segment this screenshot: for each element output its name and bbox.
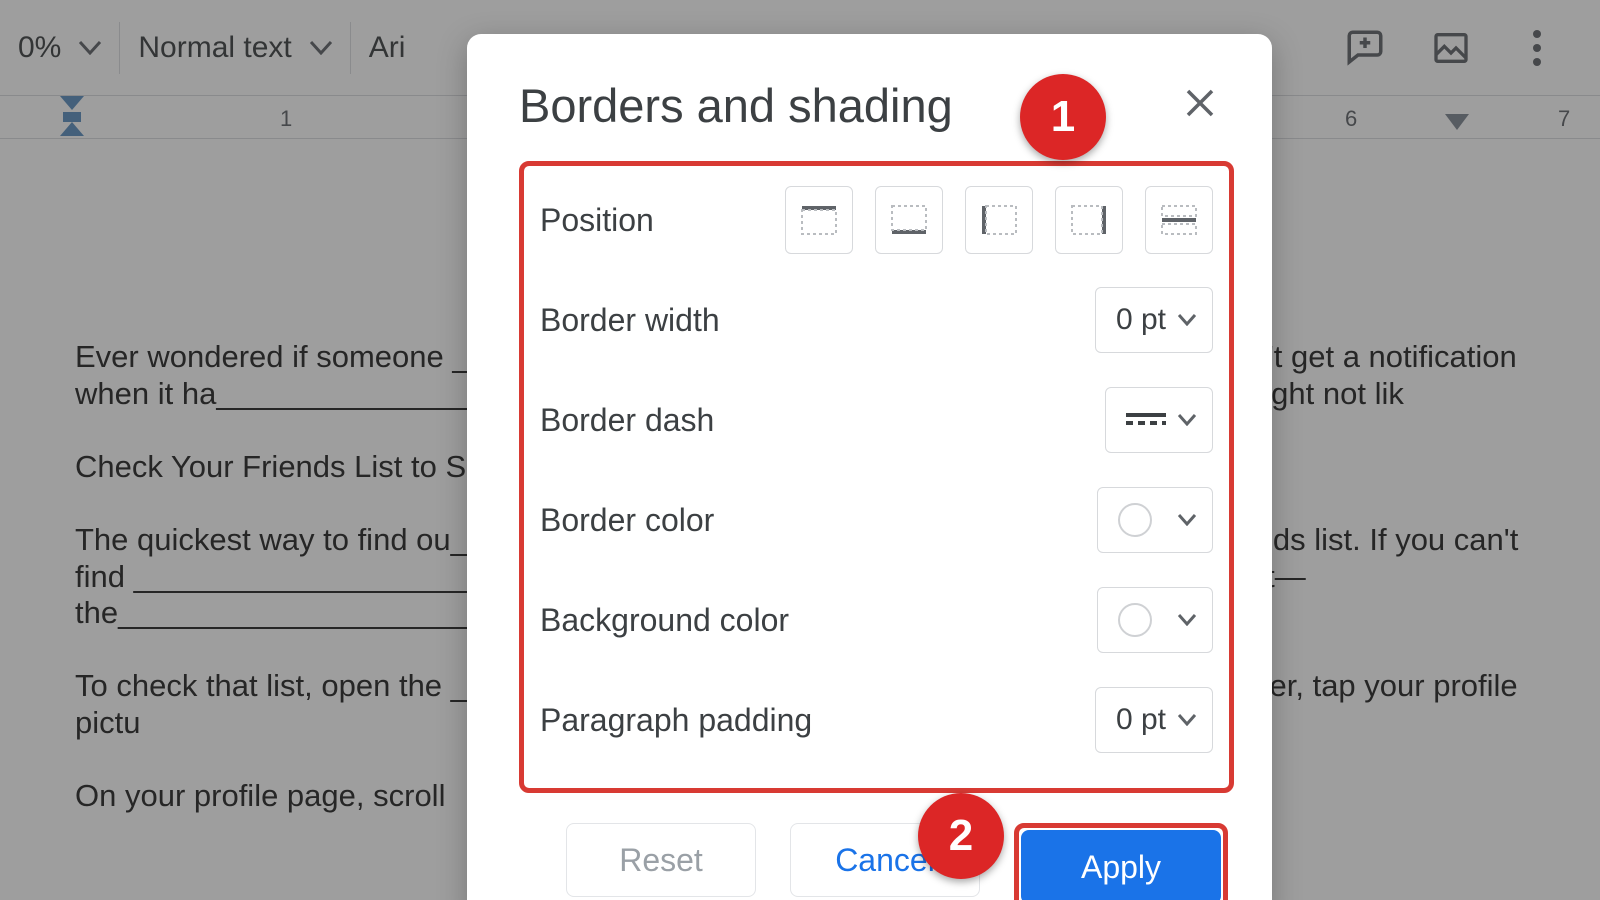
position-label: Position [540, 202, 654, 239]
background-color-dropdown[interactable] [1097, 587, 1213, 653]
position-buttons [785, 186, 1213, 254]
border-top-button[interactable] [785, 186, 853, 254]
apply-highlight: Apply [1014, 823, 1228, 900]
border-right-button[interactable] [1055, 186, 1123, 254]
border-color-label: Border color [540, 502, 714, 539]
border-between-button[interactable] [1145, 186, 1213, 254]
chevron-down-icon [1178, 514, 1196, 526]
chevron-down-icon [1178, 614, 1196, 626]
annotation-badge-2: 2 [918, 793, 1004, 879]
paragraph-padding-value: 0 pt [1116, 703, 1166, 737]
border-color-row: Border color [540, 484, 1213, 556]
background-color-label: Background color [540, 602, 789, 639]
borders-shading-dialog: Borders and shading Position [467, 34, 1272, 900]
border-left-button[interactable] [965, 186, 1033, 254]
annotation-badge-1: 1 [1020, 74, 1106, 160]
close-button[interactable] [1176, 79, 1234, 132]
paragraph-padding-dropdown[interactable]: 0 pt [1095, 687, 1213, 753]
chevron-down-icon [1178, 314, 1196, 326]
color-swatch-icon [1118, 603, 1152, 637]
border-dash-label: Border dash [540, 402, 714, 439]
dash-preview-icon [1126, 409, 1166, 432]
border-width-value: 0 pt [1116, 303, 1166, 337]
background-color-row: Background color [540, 584, 1213, 656]
apply-button[interactable]: Apply [1021, 830, 1221, 900]
dialog-header: Borders and shading [519, 78, 1234, 133]
dialog-footer: Reset Cancel Apply [519, 793, 1234, 900]
reset-button[interactable]: Reset [566, 823, 756, 897]
border-width-label: Border width [540, 302, 720, 339]
border-dash-row: Border dash [540, 384, 1213, 456]
paragraph-padding-label: Paragraph padding [540, 702, 812, 739]
border-width-dropdown[interactable]: 0 pt [1095, 287, 1213, 353]
position-row: Position [540, 184, 1213, 256]
chevron-down-icon [1178, 414, 1196, 426]
dialog-title: Borders and shading [519, 78, 953, 133]
close-icon [1184, 87, 1216, 119]
options-panel: Position Border wid [519, 161, 1234, 793]
color-swatch-icon [1118, 503, 1152, 537]
border-color-dropdown[interactable] [1097, 487, 1213, 553]
border-bottom-button[interactable] [875, 186, 943, 254]
border-width-row: Border width 0 pt [540, 284, 1213, 356]
chevron-down-icon [1178, 714, 1196, 726]
paragraph-padding-row: Paragraph padding 0 pt [540, 684, 1213, 756]
border-dash-dropdown[interactable] [1105, 387, 1213, 453]
